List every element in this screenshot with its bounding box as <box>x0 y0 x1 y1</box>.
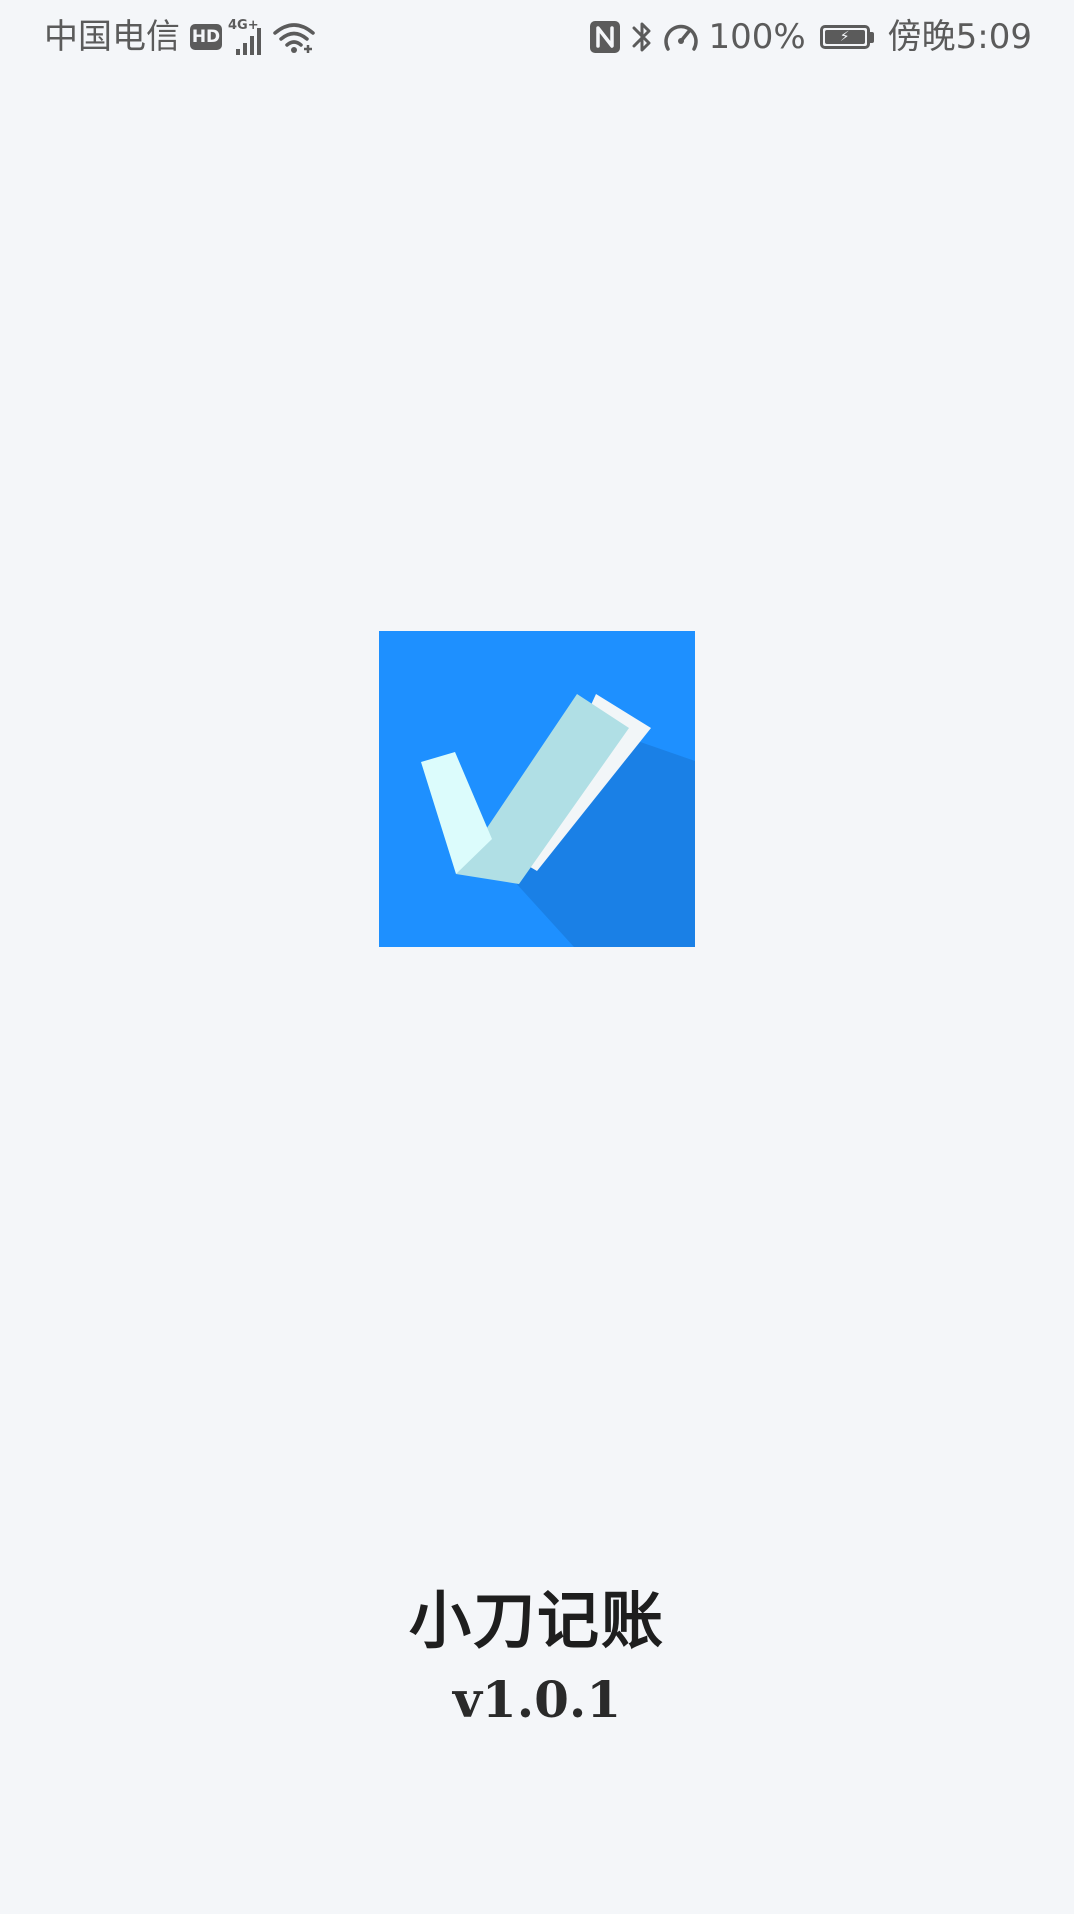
battery-body: ⚡ <box>819 25 870 49</box>
status-bar-left: 中国电信 HD 4G+ <box>44 14 316 60</box>
status-bar-right: 100% ⚡ 傍晚5:09 <box>588 14 1032 60</box>
app-logo <box>379 631 695 947</box>
app-version: v1.0.1 <box>452 1670 622 1729</box>
carrier-name: 中国电信 <box>44 17 180 57</box>
signal-icon: 4G+ <box>228 17 266 57</box>
nfc-icon <box>588 19 622 55</box>
status-bar: 中国电信 HD 4G+ 100% ⚡ 傍晚5:09 <box>0 0 1074 76</box>
clock: 傍晚5:09 <box>887 17 1032 57</box>
battery-tip <box>869 31 874 43</box>
battery-percent: 100% <box>708 17 806 57</box>
speedometer-icon <box>662 19 700 55</box>
checkmark-logo-icon <box>379 631 695 947</box>
app-name: 小刀记账 <box>408 1584 665 1657</box>
charging-bolt-icon: ⚡ <box>839 29 850 45</box>
bluetooth-icon <box>630 18 654 56</box>
hd-icon: HD <box>190 24 222 50</box>
wifi-icon <box>272 19 316 55</box>
battery-charging-icon: ⚡ <box>819 25 874 49</box>
network-type-label: 4G+ <box>228 18 259 33</box>
